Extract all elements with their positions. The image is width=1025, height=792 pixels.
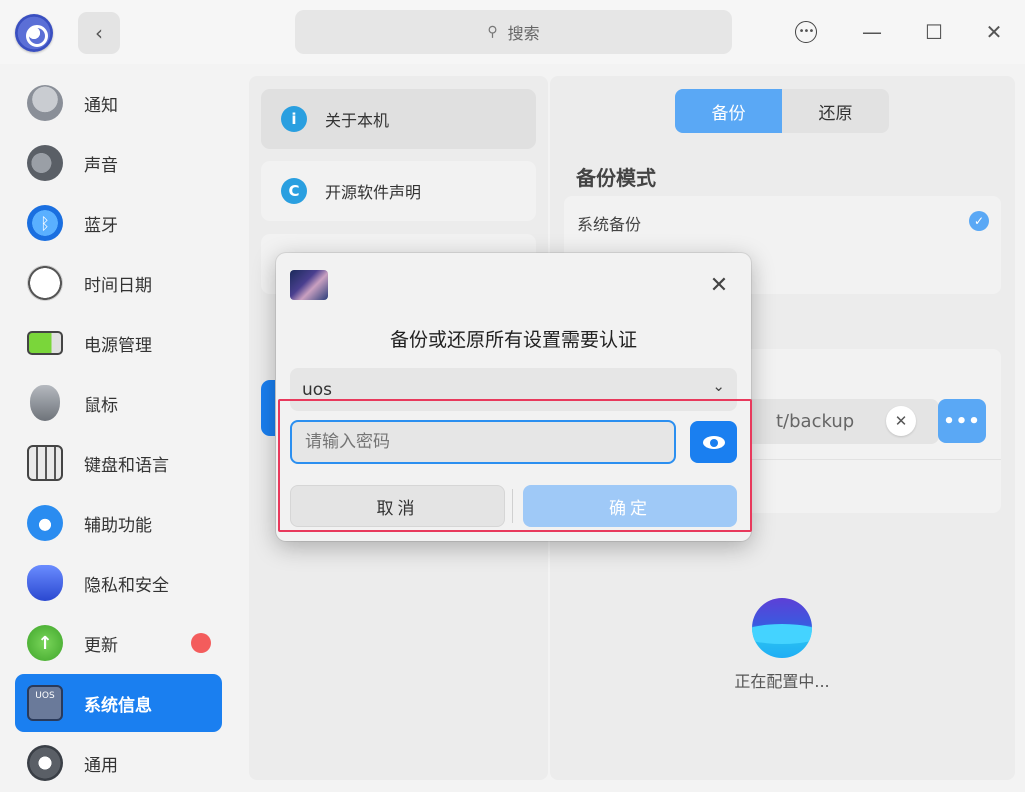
backup-mode-title: 备份模式 [576,166,656,190]
more-icon: ••• [795,21,817,43]
copyright-icon: C [281,178,307,204]
sidebar-item-accessibility[interactable]: 辅助功能 [15,494,222,552]
system-backup-option[interactable]: 系统备份 ✓ [564,196,1001,245]
submenu-item-active-backup[interactable] [261,380,275,436]
clear-path-button[interactable]: ✕ [886,406,916,436]
mouse-icon [30,385,60,421]
close-icon: ✕ [894,412,908,430]
update-arrow-icon: ↑ [27,625,63,661]
close-button[interactable]: ✕ [978,16,1010,48]
sidebar-item-privacy[interactable]: 隐私和安全 [15,554,222,612]
configuring-status: 正在配置中... [734,672,830,691]
search-label: 搜索 [507,24,540,43]
sidebar-item-label: 通用 [84,755,118,776]
sidebar-item-label: 蓝牙 [84,215,118,236]
highlight-box [278,399,752,532]
sidebar-item-notification[interactable]: 通知 [15,74,222,132]
search-icon: ⚲ [487,24,498,40]
keyboard-icon [27,445,63,481]
configuring-spinner-icon [752,598,812,658]
submenu-item-label: 开源软件声明 [325,183,422,202]
check-icon: ✓ [969,211,989,231]
sidebar-item-power[interactable]: 电源管理 [15,314,222,372]
tab-backup[interactable]: 备份 [675,89,782,133]
backup-path-text: t/backup [776,411,855,432]
sidebar-item-label: 时间日期 [84,275,152,296]
browse-path-button[interactable]: ••• [938,399,986,443]
clock-icon [27,265,63,301]
chevron-down-icon: ⌄ [712,377,725,395]
minimize-button[interactable]: — [856,16,888,48]
update-badge [191,633,211,653]
dialog-app-icon [290,270,328,300]
sidebar-item-label: 更新 [84,635,118,656]
close-icon: ✕ [985,20,1003,44]
sidebar-item-label: 通知 [84,95,118,116]
bluetooth-icon: ᛒ [27,205,63,241]
battery-icon [27,331,63,355]
bell-icon [27,85,63,121]
sidebar: 通知 声音 ᛒ 蓝牙 时间日期 电源管理 鼠标 键盘和语言 辅助功能 隐私和安全… [0,64,236,792]
sidebar-item-update[interactable]: ↑ 更新 [15,614,222,672]
sidebar-item-label: 辅助功能 [84,515,152,536]
control-center-logo-icon [15,14,53,52]
more-icon: ••• [943,410,981,432]
sidebar-item-label: 鼠标 [84,395,118,416]
chevron-left-icon: ‹ [95,21,103,45]
user-select-value: uos [302,379,333,400]
sidebar-item-bluetooth[interactable]: ᛒ 蓝牙 [15,194,222,252]
sidebar-item-keyboard[interactable]: 键盘和语言 [15,434,222,492]
gear-icon [27,745,63,781]
sidebar-item-general[interactable]: 通用 [15,734,222,792]
sidebar-item-label: 隐私和安全 [84,575,169,596]
tab-restore[interactable]: 还原 [782,89,889,133]
system-backup-label: 系统备份 [577,215,642,234]
uos-monitor-icon: UOS [27,685,63,721]
back-button[interactable]: ‹ [78,12,120,54]
maximize-icon: ☐ [925,20,943,44]
sidebar-item-label: 键盘和语言 [84,455,169,476]
sidebar-item-label: 电源管理 [84,335,152,356]
submenu-item-label: 关于本机 [325,111,390,130]
minimize-icon: — [862,20,882,44]
titlebar: ‹ ⚲ 搜索 ••• — ☐ ✕ [0,0,1025,64]
info-icon: i [281,106,307,132]
dialog-close-button[interactable]: ✕ [704,270,734,300]
speaker-icon [27,145,63,181]
sidebar-item-datetime[interactable]: 时间日期 [15,254,222,312]
sidebar-item-system-info[interactable]: UOS 系统信息 [15,674,222,732]
handshake-icon [27,505,63,541]
submenu-item-open-source[interactable]: C 开源软件声明 [261,161,536,221]
maximize-button[interactable]: ☐ [918,16,950,48]
search-box[interactable]: ⚲ 搜索 [295,10,732,54]
sidebar-item-mouse[interactable]: 鼠标 [15,374,222,432]
close-icon: ✕ [709,272,729,298]
submenu-item-about[interactable]: i 关于本机 [261,89,536,149]
main-menu-button[interactable]: ••• [790,16,822,48]
sidebar-item-label: 声音 [84,155,118,176]
sidebar-item-label: 系统信息 [84,695,152,716]
backup-restore-tabs: 备份 还原 [675,89,889,133]
control-center-window: ‹ ⚲ 搜索 ••• — ☐ ✕ 通知 声音 ᛒ 蓝牙 时间日期 电源管理 鼠标… [0,0,1025,792]
shield-hand-icon [27,565,63,601]
sidebar-item-sound[interactable]: 声音 [15,134,222,192]
dialog-title: 备份或还原所有设置需要认证 [389,329,637,351]
